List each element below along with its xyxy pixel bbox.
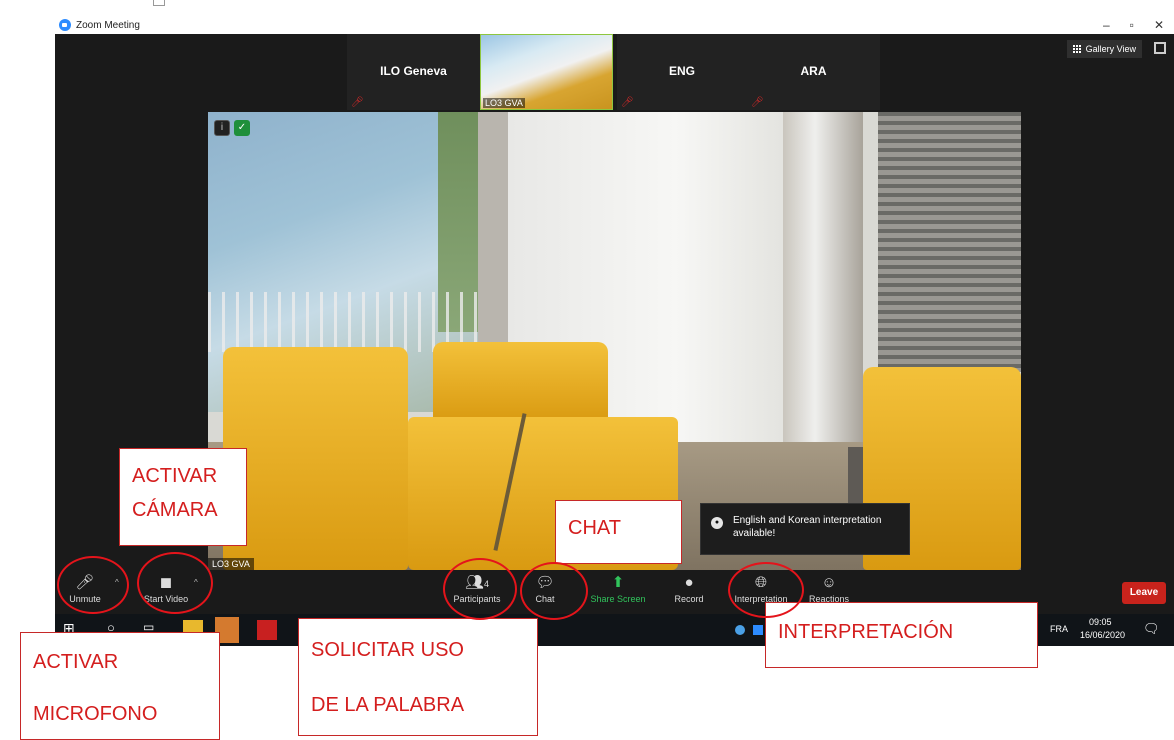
thumbnail-ilo-geneva[interactable]: ILO Geneva 🎤︎ [347,34,480,110]
tray-app-icon[interactable] [753,625,763,635]
zoom-logo-icon [59,19,71,31]
thumbnail-name: ILO Geneva [380,64,447,78]
thumbnail-ara[interactable]: ARA 🎤︎ [747,34,880,110]
record-label: Record [674,594,704,604]
annotation-text: ACTIVAR [33,651,119,673]
input-language[interactable]: FRA [1050,624,1068,634]
shield-icon[interactable]: ✓ [234,120,250,136]
highlight-ring-start-video [137,552,213,614]
thumbnail-eng[interactable]: ENG 🎤︎ [617,34,747,110]
interpretation-toast-icon: ● [711,517,723,529]
taskbar-time[interactable]: 09:05 [1089,617,1112,627]
annotation-text: DE LA PALABRA [311,694,465,716]
record-button[interactable]: ● Record [671,572,707,604]
annotation-activar-camara: ACTIVAR CÁMARA [119,448,247,546]
acrobat-icon[interactable] [257,620,277,640]
record-icon: ● [684,574,694,591]
interpretation-notification: ● English and Korean interpretation avai… [700,503,910,555]
highlight-ring-participants [443,558,517,620]
thumbnail-name: ENG [668,64,695,78]
annotation-text: ACTIVAR [132,465,218,487]
maximize-button[interactable]: ▫ [1130,16,1134,34]
muted-mic-icon: 🎤︎ [621,97,634,108]
muted-mic-icon: 🎤︎ [351,97,364,108]
video-blinds [878,112,1021,372]
annotation-text: CHAT [568,517,621,539]
meeting-info-icons: i ✓ [214,120,250,136]
annotation-solicitar-uso-de-la-palabra: SOLICITAR USO DE LA PALABRA [298,618,538,736]
smiley-add-icon: ☺︎ [821,574,837,591]
annotation-interpretacion: INTERPRETACIÓN [765,602,1038,668]
annotation-text: MICROFONO [33,703,158,725]
annotation-text: CÁMARA [132,499,218,521]
leave-button[interactable]: Leave [1122,582,1166,604]
video-chair [223,347,408,570]
share-screen-icon: ⬆︎ [611,574,625,591]
close-button[interactable]: ✕ [1154,16,1164,34]
thumbnail-lo3-gva[interactable]: LO3 GVA [480,34,613,110]
action-center-icon[interactable]: 🗨︎ [1143,621,1160,637]
annotation-text: INTERPRETACIÓN [778,621,954,643]
info-icon[interactable]: i [214,120,230,136]
video-chair [433,342,608,422]
window-title: Zoom Meeting [76,19,140,31]
fullscreen-icon[interactable] [1154,42,1166,54]
grid-icon [1072,44,1082,54]
thumbnail-name: LO3 GVA [483,98,525,108]
annotation-chat: CHAT [555,500,682,564]
highlight-ring-interpretation [728,562,804,618]
annotation-text: SOLICITAR USO [311,639,464,661]
video-participant-name: LO3 GVA [208,558,254,570]
screenshot: Zoom Meeting – ▫ ✕ ILO Geneva 🎤︎ LO3 GVA… [0,0,1174,740]
window-controls: – ▫ ✕ [1103,16,1164,34]
share-screen-label: Share Screen [590,594,646,604]
share-screen-button[interactable]: ⬆︎ Share Screen [588,572,648,604]
notification-text: English and Korean interpretation availa… [733,515,882,539]
reactions-button[interactable]: ☺︎ Reactions [805,572,853,604]
highlight-ring-chat [520,562,588,620]
muted-mic-icon: 🎤︎ [751,97,764,108]
window-corner-mark [153,0,165,6]
thumbnail-name: ARA [800,64,827,78]
gallery-view-button[interactable]: Gallery View [1066,40,1142,58]
title-bar: Zoom Meeting – ▫ ✕ [55,16,1174,34]
annotation-activar-microfono: ACTIVAR MICROFONO [20,632,220,740]
gallery-view-label: Gallery View [1085,44,1136,54]
minimize-button[interactable]: – [1103,16,1110,34]
taskbar-date[interactable]: 16/06/2020 [1080,630,1125,640]
highlight-ring-unmute [57,556,129,614]
tray-zoom-icon[interactable] [735,625,745,635]
